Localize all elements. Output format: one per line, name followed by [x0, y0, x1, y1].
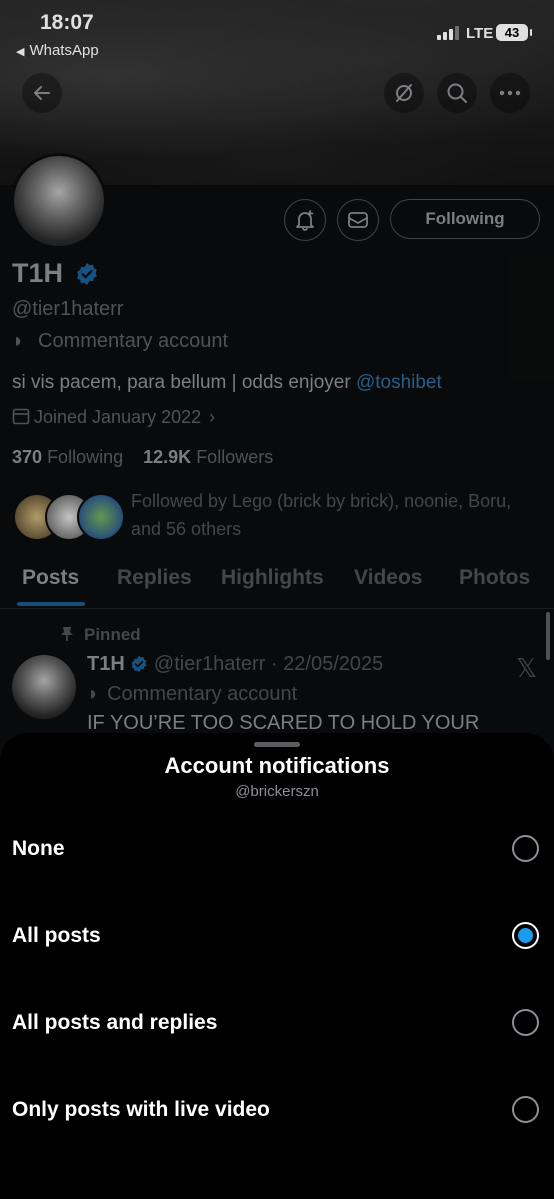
radio-all-posts[interactable] — [512, 922, 539, 949]
option-label: Only posts with live video — [12, 1098, 270, 1121]
option-all-posts[interactable]: All posts — [0, 902, 554, 972]
option-label: All posts and replies — [12, 1011, 218, 1034]
sheet-title: Account notifications — [164, 753, 390, 778]
option-label: All posts — [12, 924, 101, 947]
option-live-video[interactable]: Only posts with live video — [0, 1076, 554, 1146]
radio-all-posts-and-replies[interactable] — [512, 1009, 539, 1036]
option-none[interactable]: None — [0, 815, 554, 885]
sheet-subtitle: @brickerszn — [235, 783, 319, 800]
radio-none[interactable] — [512, 835, 539, 862]
option-all-posts-and-replies[interactable]: All posts and replies — [0, 989, 554, 1059]
profile-screen: 18:07 ◀ WhatsApp LTE 43 Following T1H @ti… — [0, 0, 554, 1199]
sheet-drag-handle[interactable] — [254, 742, 300, 747]
option-label: None — [12, 837, 65, 860]
radio-live-video[interactable] — [512, 1096, 539, 1123]
notifications-sheet: Account notifications @brickerszn None A… — [0, 733, 554, 1199]
